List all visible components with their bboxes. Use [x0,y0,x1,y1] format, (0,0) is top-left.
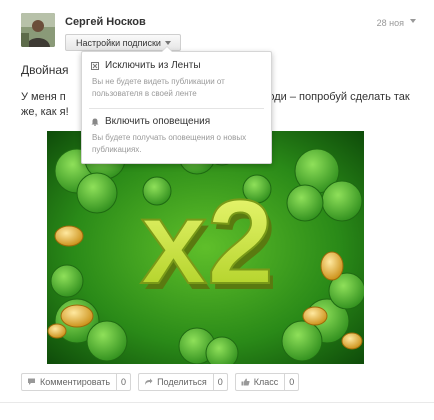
post-title: Двойная [21,63,69,77]
thumbs-up-icon [241,378,250,386]
share-button[interactable]: Поделиться 0 [138,373,228,391]
post-text-line1-right: ходи – попробуй сделать так [263,91,410,103]
comment-icon [28,378,35,385]
author-name[interactable]: Сергей Носков [65,16,146,28]
subscription-settings-label: Настройки подписки [76,37,161,48]
comment-label: Комментировать [40,377,111,387]
enable-notifications-description: Вы будете получать оповещения о новых пу… [92,133,247,154]
post-divider [0,402,434,403]
avatar-photo [21,13,55,47]
x2-text: x2 [140,175,273,309]
like-label: Класс [253,377,279,387]
post-text-line2: же, как я! [21,106,69,118]
comment-button-label-wrap: Комментировать [22,374,118,390]
post-text-line1-left: У меня п [21,91,66,103]
exclude-from-feed-description: Вы не будете видеть публикации от пользо… [92,77,225,98]
feed-post: Сергей Носков 28 ноя Настройки подписки … [0,0,434,420]
post-actions: Комментировать 0 Поделиться 0 Класс 0 [21,373,300,391]
exclude-from-feed-option[interactable]: Исключить из Ленты Вы не будете видеть п… [82,58,271,106]
post-date: 28 ноя [376,18,404,28]
comment-button[interactable]: Комментировать 0 [21,373,132,391]
like-button-label-wrap: Класс [236,374,286,390]
share-button-label-wrap: Поделиться [139,374,214,390]
share-label: Поделиться [157,377,207,387]
chevron-down-icon[interactable] [410,19,416,23]
clover-x2-image: x2 x2 [47,131,364,364]
share-icon [145,378,153,385]
enable-notifications-label: Включить оповещения [105,116,211,127]
chevron-down-icon [165,41,171,45]
avatar[interactable] [21,13,55,47]
exclude-from-feed-label: Исключить из Ленты [105,60,201,71]
post-image[interactable]: x2 x2 [47,131,364,364]
enable-notifications-option[interactable]: Включить оповещения Вы будете получать о… [82,114,271,162]
like-count: 0 [289,377,295,387]
subscription-dropdown: Исключить из Ленты Вы не будете видеть п… [81,46,272,164]
dropdown-divider [89,108,264,109]
comment-count: 0 [121,377,127,387]
bell-icon [91,118,99,126]
like-button[interactable]: Класс 0 [234,373,300,391]
share-count: 0 [217,377,223,387]
exclude-feed-icon [91,62,99,70]
